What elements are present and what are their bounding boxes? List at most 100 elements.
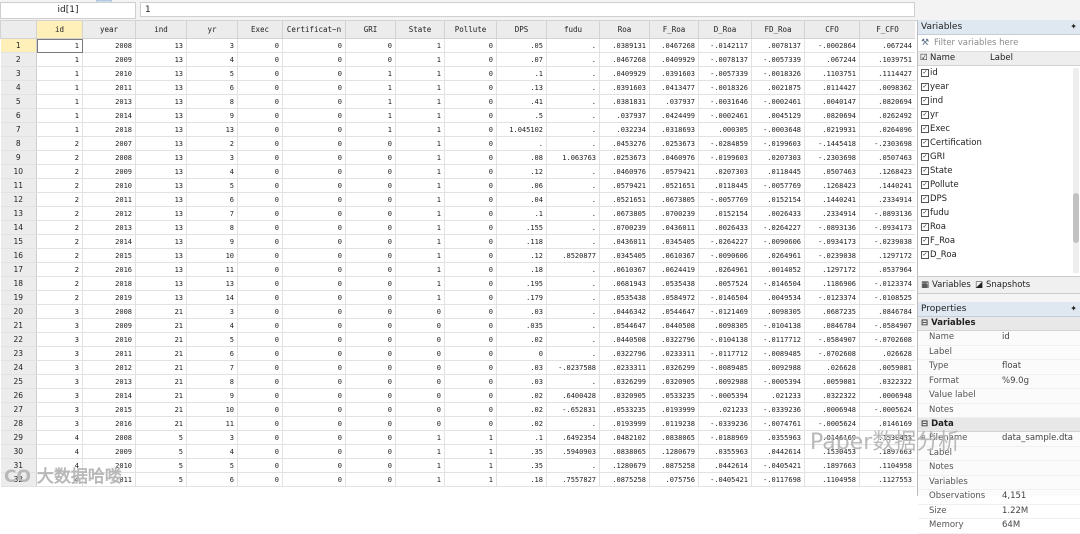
table-cell[interactable]: -.0123374 [859, 276, 915, 291]
row-number[interactable]: 17 [0, 262, 37, 277]
row-number[interactable]: 20 [0, 304, 37, 319]
table-cell[interactable]: .0114427 [804, 80, 860, 95]
table-cell[interactable]: .0391603 [649, 66, 699, 81]
table-cell[interactable]: 3 [186, 38, 238, 53]
table-cell[interactable]: .0389131 [599, 38, 650, 53]
row-number[interactable]: 8 [0, 136, 37, 151]
table-cell[interactable]: -.0934173 [804, 234, 860, 249]
table-cell[interactable]: .0253673 [599, 150, 650, 165]
table-cell[interactable]: .0355963 [751, 430, 805, 445]
table-cell[interactable]: .18 [496, 472, 547, 487]
table-cell[interactable]: .1280679 [649, 444, 699, 459]
table-cell[interactable]: -.0078137 [698, 52, 752, 67]
table-cell[interactable]: 0 [282, 206, 346, 221]
variable-item[interactable]: ✓ DPS [918, 192, 1080, 206]
table-cell[interactable]: . [546, 206, 600, 221]
row-number[interactable]: 11 [0, 178, 37, 193]
table-cell[interactable]: .0118445 [698, 178, 752, 193]
table-cell[interactable]: 1 [36, 108, 83, 123]
table-cell[interactable]: 2 [36, 150, 83, 165]
table-cell[interactable]: .0610367 [649, 248, 699, 263]
table-cell[interactable]: 0 [282, 290, 346, 305]
table-cell[interactable]: 0 [282, 178, 346, 193]
table-cell[interactable]: .032234 [599, 122, 650, 137]
table-cell[interactable]: .0838065 [599, 444, 650, 459]
table-cell[interactable]: -.0104138 [698, 332, 752, 347]
table-cell[interactable]: .021233 [751, 388, 805, 403]
table-cell[interactable]: 13 [135, 38, 187, 53]
table-cell[interactable]: 2012 [82, 206, 136, 221]
table-cell[interactable]: .08 [496, 150, 547, 165]
table-cell[interactable]: -.0104138 [751, 318, 805, 333]
table-cell[interactable]: .021233 [698, 402, 752, 417]
row-number[interactable]: 10 [0, 164, 37, 179]
table-cell[interactable]: .02 [496, 332, 547, 347]
variable-item[interactable]: ✓ F_Roa [918, 234, 1080, 248]
table-cell[interactable]: 13 [135, 234, 187, 249]
table-cell[interactable]: 0 [345, 192, 396, 207]
table-cell[interactable]: 0 [444, 248, 497, 263]
table-cell[interactable]: 0 [395, 318, 445, 333]
variable-item[interactable]: ✓ Exec [918, 122, 1080, 136]
table-cell[interactable]: 2 [36, 290, 83, 305]
table-cell[interactable]: 3 [36, 346, 83, 361]
table-cell[interactable]: 13 [135, 52, 187, 67]
variable-item[interactable]: ✓ ind [918, 94, 1080, 108]
row-number[interactable]: 28 [0, 416, 37, 431]
table-cell[interactable]: 0 [282, 388, 346, 403]
panel-splitter[interactable] [918, 294, 1080, 302]
table-cell[interactable]: 0 [237, 164, 283, 179]
table-cell[interactable]: 0 [345, 178, 396, 193]
checkbox-icon[interactable]: ✓ [921, 237, 929, 245]
table-cell[interactable]: 3 [36, 388, 83, 403]
table-cell[interactable]: 1 [444, 430, 497, 445]
table-cell[interactable]: -.0237588 [546, 360, 600, 375]
table-cell[interactable]: 0 [237, 276, 283, 291]
table-cell[interactable]: -.0002864 [804, 38, 860, 53]
variable-item[interactable]: ✓ fudu [918, 206, 1080, 220]
table-cell[interactable]: .0264096 [859, 122, 915, 137]
table-cell[interactable]: 0 [282, 402, 346, 417]
table-cell[interactable]: 5 [186, 458, 238, 473]
table-cell[interactable]: 0 [282, 262, 346, 277]
table-cell[interactable]: 2018 [82, 276, 136, 291]
table-cell[interactable]: -.0123374 [804, 290, 860, 305]
table-cell[interactable]: .0700239 [599, 220, 650, 235]
table-cell[interactable]: 0 [444, 80, 497, 95]
table-cell[interactable]: -.0005394 [751, 374, 805, 389]
table-cell[interactable]: 1 [395, 66, 445, 81]
checkbox-icon[interactable]: ✓ [921, 139, 929, 147]
table-cell[interactable]: .0440508 [599, 332, 650, 347]
table-cell[interactable]: 0 [282, 164, 346, 179]
table-cell[interactable]: 2008 [82, 430, 136, 445]
table-cell[interactable]: .0322322 [804, 388, 860, 403]
table-cell[interactable]: .0535438 [599, 290, 650, 305]
table-cell[interactable]: 21 [135, 416, 187, 431]
table-cell[interactable]: 0 [237, 122, 283, 137]
table-cell[interactable]: 2 [36, 276, 83, 291]
table-cell[interactable]: 3 [186, 150, 238, 165]
table-cell[interactable]: 0 [282, 220, 346, 235]
table-cell[interactable]: .7557827 [546, 472, 600, 487]
table-cell[interactable]: 8 [186, 374, 238, 389]
table-cell[interactable]: .0467268 [599, 52, 650, 67]
column-header-dps[interactable]: DPS [496, 20, 547, 39]
table-cell[interactable]: 21 [135, 374, 187, 389]
table-cell[interactable]: 0 [345, 402, 396, 417]
table-cell[interactable]: 0 [496, 346, 547, 361]
table-cell[interactable]: 0 [444, 318, 497, 333]
table-cell[interactable]: 1 [395, 52, 445, 67]
table-cell[interactable]: 13 [135, 206, 187, 221]
property-row[interactable]: Type float [918, 360, 1080, 375]
property-row[interactable]: Size 1.22M [918, 505, 1080, 519]
table-cell[interactable]: . [546, 66, 600, 81]
table-cell[interactable]: .0537964 [859, 262, 915, 277]
table-cell[interactable]: .0152154 [698, 206, 752, 221]
table-cell[interactable]: -.0074761 [751, 416, 805, 431]
table-cell[interactable]: .0014052 [751, 262, 805, 277]
table-cell[interactable]: -.1445418 [804, 136, 860, 151]
table-cell[interactable]: .0610367 [599, 262, 650, 277]
table-cell[interactable]: .0253673 [649, 136, 699, 151]
table-cell[interactable]: 0 [395, 360, 445, 375]
cell-value-field[interactable]: 1 [140, 2, 915, 17]
